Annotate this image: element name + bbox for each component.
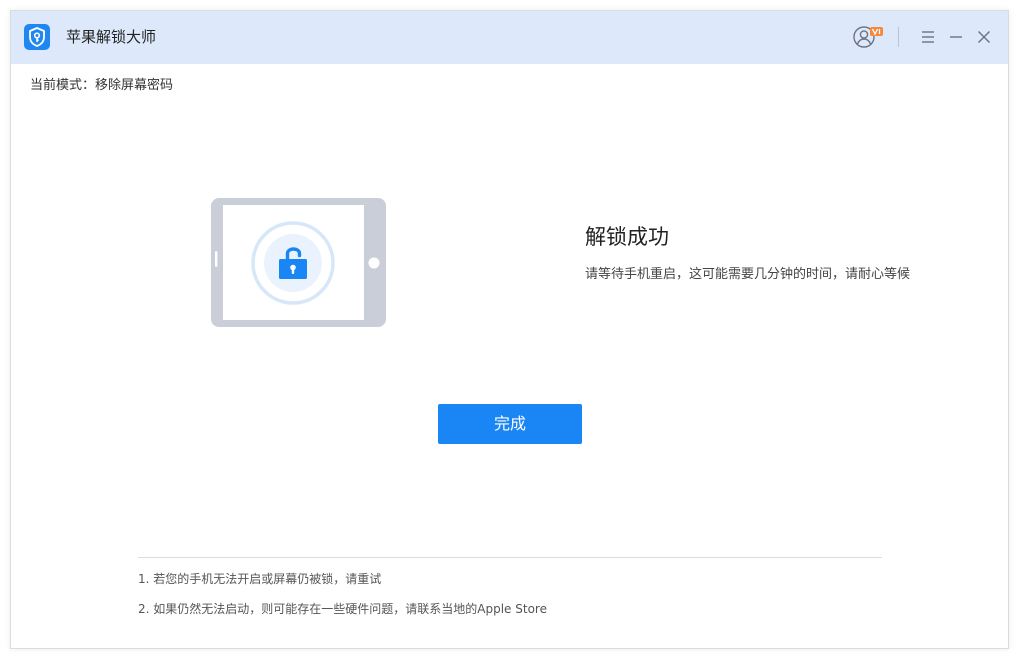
close-icon[interactable]: [973, 26, 995, 48]
title-divider: [898, 27, 899, 47]
result-title: 解锁成功: [585, 225, 669, 249]
current-mode-label: 当前模式：移除屏幕密码: [30, 78, 174, 93]
shield-key-icon: [24, 24, 50, 50]
tips-divider: [138, 557, 882, 558]
tablet-unlocked-icon: [211, 198, 387, 332]
app-window: 苹果解锁大师 当前模式：移除屏幕密码 解锁成功 请等待手机重启，这可能需要几分钟…: [10, 10, 1009, 649]
minimize-icon[interactable]: [945, 26, 967, 48]
done-button[interactable]: 完成: [438, 404, 582, 444]
result-description: 请等待手机重启，这可能需要几分钟的时间，请耐心等候: [585, 267, 911, 282]
title-bar[interactable]: 苹果解锁大师: [11, 11, 1008, 64]
app-title: 苹果解锁大师: [66, 28, 157, 46]
user-vip-icon[interactable]: [851, 24, 887, 50]
tip-item: 2. 如果仍然无法启动，则可能存在一些硬件问题，请联系当地的Apple Stor…: [138, 602, 547, 616]
tip-item: 1. 若您的手机无法开启或屏幕仍被锁，请重试: [138, 572, 382, 586]
menu-icon[interactable]: [917, 26, 939, 48]
